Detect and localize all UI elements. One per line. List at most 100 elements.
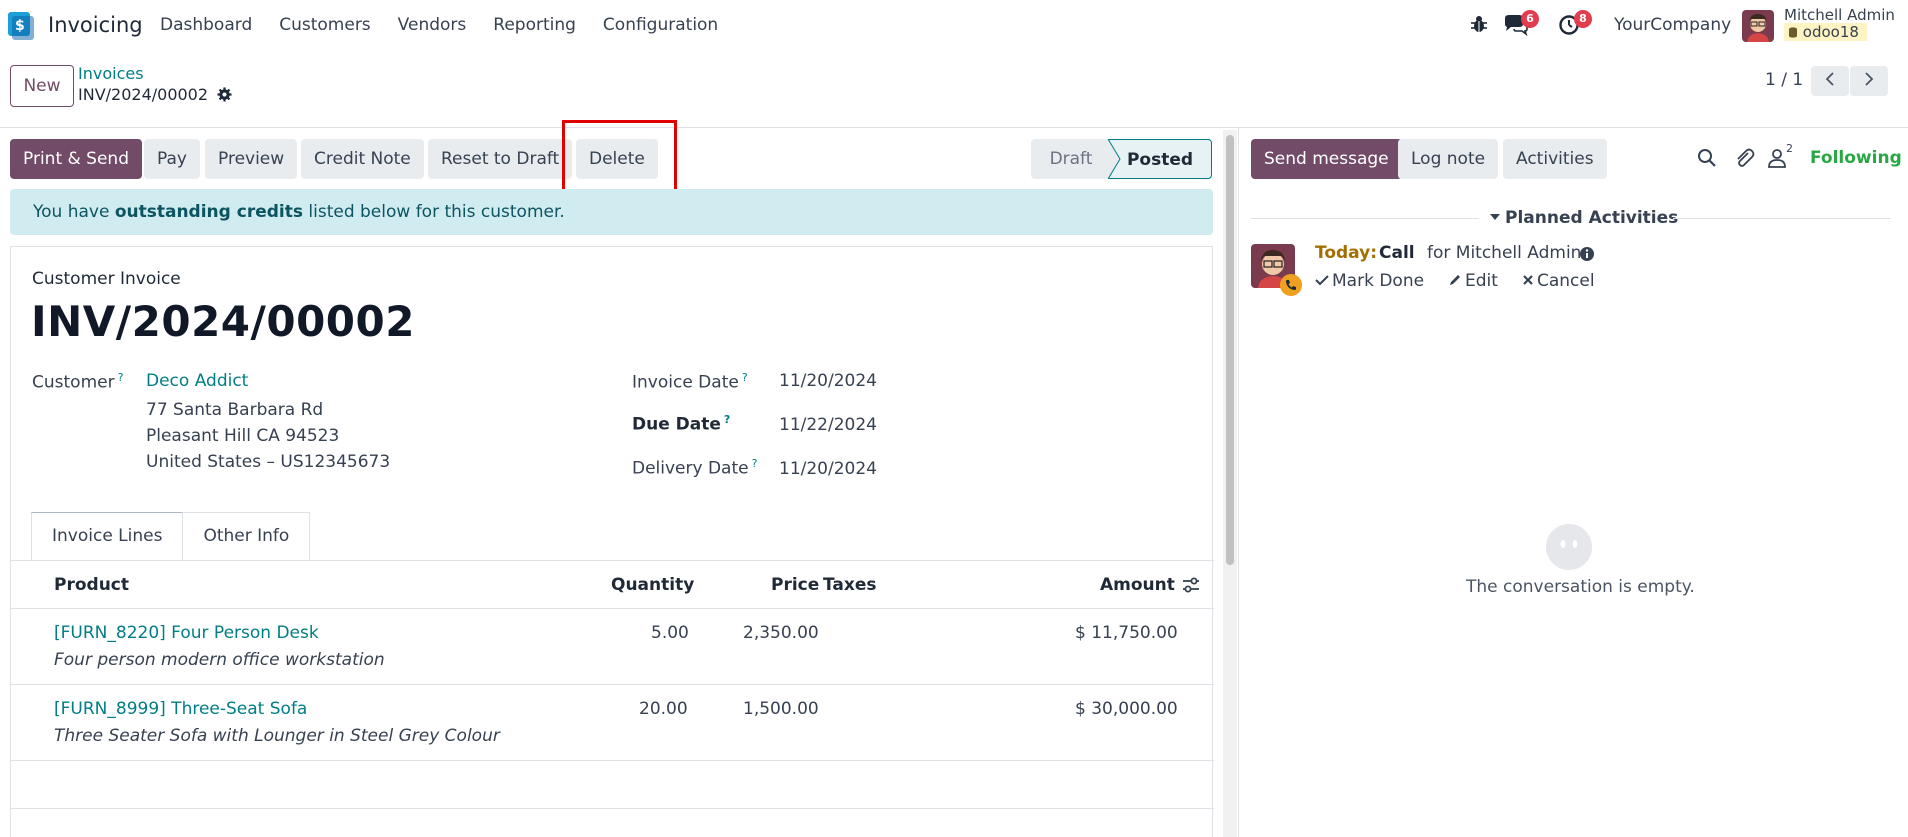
alert-prefix: You have (33, 202, 115, 222)
column-product[interactable]: Product (54, 575, 129, 595)
tab-other-info[interactable]: Other Info (182, 512, 311, 561)
cancel-activity-button[interactable]: Cancel (1522, 271, 1595, 291)
company-switcher[interactable]: YourCompany (1614, 15, 1731, 35)
database-name-text: odoo18 (1802, 23, 1859, 41)
column-price[interactable]: Price (771, 575, 819, 595)
invoice-lines-header: Product Quantity Price Taxes Amount (11, 561, 1214, 609)
help-tooltip-icon[interactable]: ? (742, 371, 748, 384)
following-button[interactable]: Following (1810, 148, 1902, 168)
pay-button[interactable]: Pay (144, 139, 200, 179)
notebook-tabs: Invoice Lines Other Info (31, 512, 311, 561)
pager-previous-button[interactable] (1811, 66, 1849, 96)
pager-value[interactable]: 1 / 1 (1765, 70, 1803, 90)
info-icon[interactable] (1579, 246, 1595, 262)
followers-icon[interactable] (1766, 147, 1788, 169)
menu-configuration[interactable]: Configuration (603, 15, 718, 35)
edit-label: Edit (1465, 271, 1498, 291)
send-message-button[interactable]: Send message (1251, 139, 1402, 179)
mark-done-label: Mark Done (1332, 271, 1425, 291)
empty-conversation-icon (1546, 524, 1592, 570)
form-scrollbar-thumb[interactable] (1226, 135, 1234, 565)
empty-conversation-text: The conversation is empty. (1466, 577, 1695, 597)
pager-next-button[interactable] (1850, 66, 1888, 96)
menu-customers[interactable]: Customers (279, 15, 370, 35)
row-amount: $ 11,750.00 (1075, 623, 1178, 643)
due-date-value[interactable]: 11/22/2024 (779, 415, 877, 435)
customer-link[interactable]: Deco Addict (146, 371, 248, 391)
invoice-date-value[interactable]: 11/20/2024 (779, 371, 877, 391)
breadcrumb-invoices[interactable]: Invoices (78, 64, 144, 83)
tab-invoice-lines[interactable]: Invoice Lines (31, 512, 184, 561)
close-icon (1523, 275, 1533, 285)
status-arrow-icon (1108, 139, 1121, 179)
invoice-date-label-text: Invoice Date (632, 372, 739, 393)
paperclip-icon[interactable] (1733, 147, 1755, 169)
planned-divider (1673, 218, 1891, 219)
activity-today-label: Today: (1315, 243, 1378, 263)
help-tooltip-icon[interactable]: ? (118, 371, 124, 384)
row-price: 2,350.00 (743, 623, 819, 643)
activities-button[interactable]: Activities (1503, 139, 1607, 179)
row-quantity: 5.00 (651, 623, 689, 643)
chevron-left-icon (1825, 72, 1834, 86)
preview-button[interactable]: Preview (205, 139, 298, 179)
chatter-divider (1238, 128, 1239, 837)
menu-dashboard[interactable]: Dashboard (160, 15, 252, 35)
bug-icon[interactable] (1468, 13, 1490, 35)
product-link[interactable]: [FURN_8220] Four Person Desk (54, 623, 319, 643)
delete-highlight-box (562, 120, 677, 198)
table-row[interactable]: [FURN_8999] Three-Seat Sofa Three Seater… (11, 685, 1214, 761)
search-icon[interactable] (1696, 147, 1718, 169)
help-tooltip-icon[interactable]: ? (752, 457, 758, 470)
activity-assignee: for Mitchell Admin (1427, 243, 1582, 263)
print-send-button[interactable]: Print & Send (10, 139, 142, 179)
outstanding-credits-alert: You have outstanding credits listed belo… (10, 189, 1213, 235)
column-settings-icon[interactable] (1181, 575, 1201, 595)
planned-activities-title: Planned Activities (1505, 208, 1679, 228)
delivery-date-value[interactable]: 11/20/2024 (779, 459, 877, 479)
planned-activities-toggle[interactable]: Planned Activities (1489, 208, 1678, 228)
caret-down-icon (1490, 214, 1500, 220)
new-button[interactable]: New (10, 65, 74, 107)
document-type: Customer Invoice (32, 269, 181, 289)
reset-to-draft-button[interactable]: Reset to Draft (428, 139, 573, 179)
alert-bold-text: outstanding credits (114, 202, 303, 222)
activities-badge: 8 (1574, 10, 1592, 28)
column-taxes[interactable]: Taxes (823, 575, 877, 595)
breadcrumb-current: INV/2024/00002 (78, 85, 232, 104)
empty-table-row[interactable] (11, 761, 1214, 809)
status-posted[interactable]: Posted (1108, 139, 1212, 179)
menu-vendors[interactable]: Vendors (398, 15, 467, 35)
invoicing-app-icon[interactable]: $ (8, 12, 34, 40)
app-name[interactable]: Invoicing (48, 13, 143, 37)
invoice-number: INV/2024/00002 (31, 297, 415, 346)
credit-note-button[interactable]: Credit Note (301, 139, 424, 179)
log-note-button[interactable]: Log note (1398, 139, 1499, 179)
menu-reporting[interactable]: Reporting (493, 15, 576, 35)
status-draft[interactable]: Draft (1031, 139, 1111, 179)
gear-icon[interactable] (217, 87, 232, 102)
column-quantity[interactable]: Quantity (611, 575, 694, 595)
breadcrumb-current-label: INV/2024/00002 (78, 85, 209, 104)
pencil-icon (1450, 275, 1460, 285)
help-tooltip-icon[interactable]: ? (724, 413, 730, 426)
column-amount[interactable]: Amount (1100, 575, 1175, 595)
invoice-sheet: Customer Invoice INV/2024/00002 Customer… (10, 246, 1214, 837)
customer-label: Customer? (32, 371, 123, 393)
user-name[interactable]: Mitchell Admin (1784, 6, 1895, 24)
header-divider (0, 127, 1908, 128)
user-avatar[interactable] (1742, 10, 1774, 42)
invoice-date-label: Invoice Date? (632, 371, 748, 393)
table-row[interactable]: [FURN_8220] Four Person Desk Four person… (11, 609, 1214, 685)
phone-icon (1280, 274, 1302, 296)
edit-activity-button[interactable]: Edit (1448, 271, 1498, 291)
product-link[interactable]: [FURN_8999] Three-Seat Sofa (54, 699, 307, 719)
mark-done-button[interactable]: Mark Done (1315, 271, 1424, 291)
due-date-label: Due Date? (632, 413, 730, 435)
messages-badge: 6 (1521, 10, 1539, 28)
database-name: odoo18 (1784, 23, 1867, 41)
customer-label-text: Customer (32, 372, 115, 393)
planned-divider (1251, 218, 1479, 219)
address-line: Pleasant Hill CA 94523 (146, 426, 340, 446)
cancel-label: Cancel (1537, 271, 1595, 291)
